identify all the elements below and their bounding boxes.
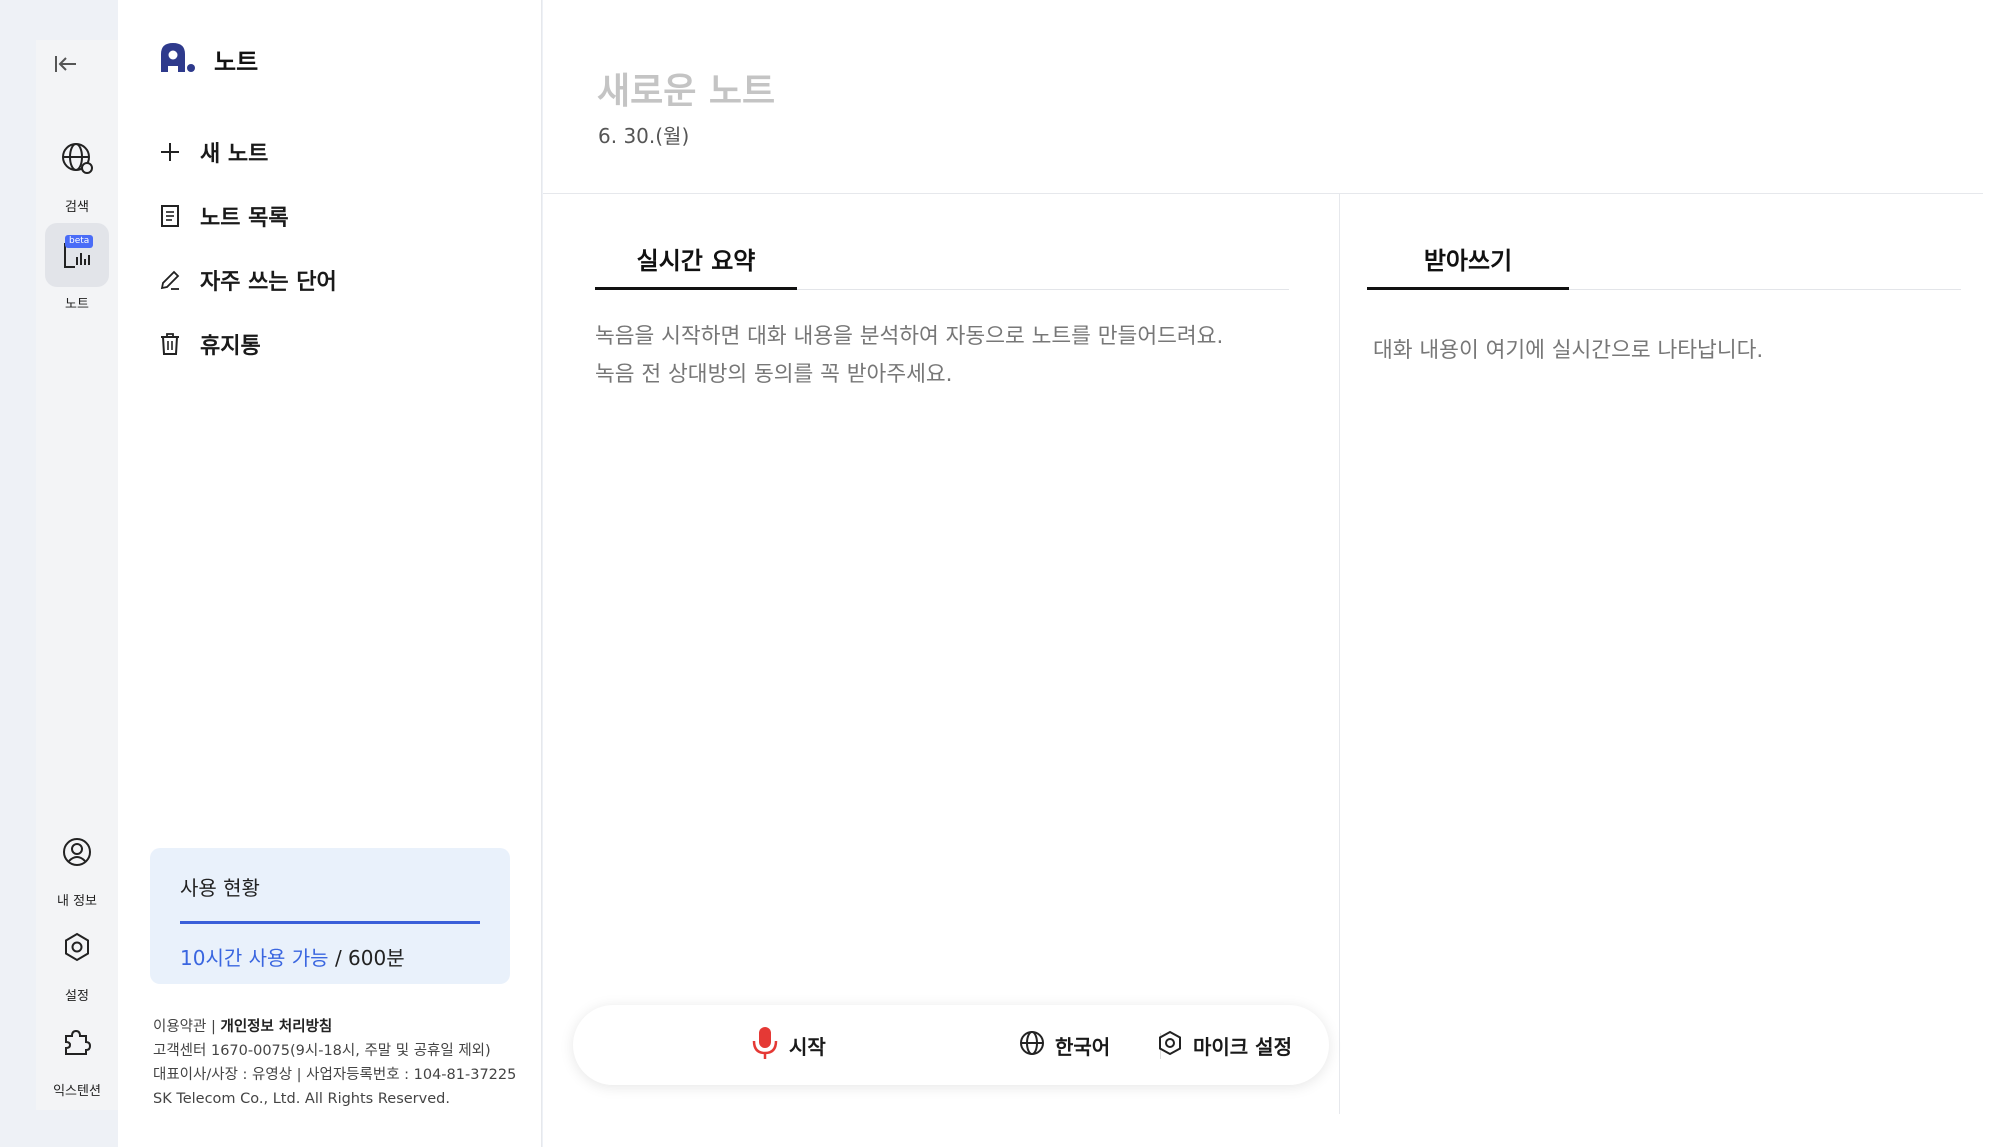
footer-separator: | bbox=[210, 1019, 216, 1035]
nav-item-label: 노트 목록 bbox=[200, 206, 289, 231]
language-label: 한국어 bbox=[1055, 1034, 1111, 1059]
extension-icon bbox=[45, 1010, 109, 1074]
nav-item-trash[interactable]: 휴지통 bbox=[158, 312, 337, 376]
plus-icon bbox=[158, 140, 182, 164]
start-recording-button[interactable]: 시작 bbox=[751, 1005, 826, 1085]
language-button[interactable]: 한국어 bbox=[1019, 1005, 1110, 1085]
tab-transcript[interactable]: 받아쓰기 bbox=[1367, 230, 1569, 290]
rail-item-label: 익스텐션 bbox=[53, 1084, 101, 1099]
document-icon bbox=[158, 204, 182, 228]
usage-progress-bar bbox=[180, 921, 480, 924]
gear-icon bbox=[45, 915, 109, 979]
start-label: 시작 bbox=[789, 1034, 826, 1059]
tab-realtime-summary[interactable]: 실시간 요약 bbox=[595, 230, 797, 290]
rail-item-label: 검색 bbox=[65, 200, 89, 215]
summary-tabbar: 실시간 요약 bbox=[595, 194, 1289, 290]
column-divider bbox=[1339, 194, 1340, 1114]
brand-logo-icon bbox=[158, 40, 196, 78]
main-content: 새로운 노트 6. 30.(월) 실시간 요약 녹음을 시작하면 대화 내용을 … bbox=[543, 0, 2000, 1147]
note-date: 6. 30.(월) bbox=[598, 124, 690, 148]
copyright: SK Telecom Co., Ltd. All Rights Reserved… bbox=[153, 1091, 450, 1107]
trash-icon bbox=[158, 332, 182, 356]
usage-available: 10시간 사용 가능 bbox=[180, 946, 329, 970]
summary-placeholder-line: 녹음을 시작하면 대화 내용을 분석하여 자동으로 노트를 만들어드려요. bbox=[595, 324, 1224, 349]
company-info: 대표이사/사장 : 유영상 | 사업자등록번호 : 104-81-37225 bbox=[153, 1067, 517, 1083]
rail-item-search[interactable]: 검색 bbox=[36, 126, 118, 215]
nav-item-frequent-words[interactable]: 자주 쓰는 단어 bbox=[158, 248, 337, 312]
microphone-icon bbox=[751, 1026, 779, 1065]
summary-placeholder: 녹음을 시작하면 대화 내용을 분석하여 자동으로 노트를 만들어드려요. 녹음… bbox=[595, 318, 1223, 394]
note-title[interactable]: 새로운 노트 bbox=[597, 62, 775, 114]
pencil-icon bbox=[158, 268, 182, 292]
summary-placeholder-line: 녹음 전 상대방의 동의를 꼭 받아주세요. bbox=[595, 362, 953, 387]
rail-item-label: 설정 bbox=[65, 989, 89, 1004]
recording-control-bar: 시작 한국어 마이크 설정 bbox=[573, 1005, 1329, 1085]
nav-item-label: 새 노트 bbox=[200, 142, 269, 167]
nav-list: 새 노트 노트 목록 자주 쓰는 단어 휴지통 bbox=[158, 120, 337, 376]
usage-total: / 600분 bbox=[334, 946, 405, 970]
gear-icon bbox=[1157, 1030, 1183, 1061]
usage-card: 사용 현황 10시간 사용 가능 / 600분 bbox=[150, 848, 510, 984]
nav-item-new-note[interactable]: 새 노트 bbox=[158, 120, 337, 184]
footer: 이용약관 | 개인정보 처리방침 고객센터 1670-0075(9시-18시, … bbox=[153, 1015, 533, 1111]
brand: 노트 bbox=[158, 40, 258, 78]
terms-link[interactable]: 이용약관 bbox=[153, 1019, 206, 1035]
globe-icon bbox=[1019, 1030, 1045, 1061]
usage-progress-fill bbox=[180, 921, 480, 924]
rail-item-label: 노트 bbox=[65, 297, 89, 312]
note-audio-icon: beta bbox=[45, 223, 109, 287]
support-info: 고객센터 1670-0075(9시-18시, 주말 및 공휴일 제외) bbox=[153, 1043, 491, 1059]
brand-title: 노트 bbox=[214, 47, 259, 76]
nav-item-label: 자주 쓰는 단어 bbox=[200, 270, 337, 295]
nav-item-note-list[interactable]: 노트 목록 bbox=[158, 184, 337, 248]
transcript-tabbar: 받아쓰기 bbox=[1367, 194, 1961, 290]
transcript-placeholder: 대화 내용이 여기에 실시간으로 나타납니다. bbox=[1373, 338, 1764, 363]
nav-item-label: 휴지통 bbox=[200, 334, 261, 359]
rail-item-label: 내 정보 bbox=[56, 894, 97, 909]
collapse-sidebar-icon[interactable] bbox=[48, 46, 84, 82]
mic-settings-label: 마이크 설정 bbox=[1193, 1034, 1292, 1059]
rail-item-extension[interactable]: 익스텐션 bbox=[36, 1010, 118, 1099]
beta-badge: beta bbox=[65, 235, 94, 248]
globe-search-icon bbox=[45, 126, 109, 190]
usage-title: 사용 현황 bbox=[180, 876, 260, 900]
nav-panel: 노트 새 노트 노트 목록 자주 쓰는 단어 휴지통 사용 현황 10시간 사용… bbox=[118, 0, 542, 1147]
mic-settings-button[interactable]: 마이크 설정 bbox=[1157, 1005, 1292, 1085]
usage-summary: 10시간 사용 가능 / 600분 bbox=[180, 942, 480, 971]
user-icon bbox=[45, 820, 109, 884]
rail-item-note[interactable]: beta 노트 bbox=[36, 223, 118, 312]
rail-item-profile[interactable]: 내 정보 bbox=[36, 820, 118, 909]
icon-rail: 검색 beta 노트 내 정보 설정 익스텐션 bbox=[36, 40, 118, 1110]
rail-item-settings[interactable]: 설정 bbox=[36, 915, 118, 1004]
privacy-link[interactable]: 개인정보 처리방침 bbox=[220, 1019, 332, 1035]
